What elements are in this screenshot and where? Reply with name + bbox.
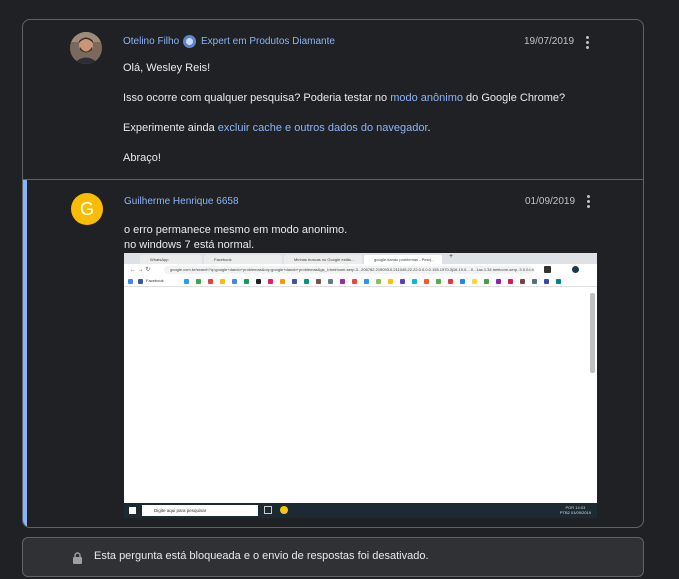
paragraph: Experimente ainda excluir cache e outros… [123, 122, 431, 134]
bookmark-icon [412, 279, 417, 284]
bookmark-icon [244, 279, 249, 284]
bookmark-icon [484, 279, 489, 284]
bookmark-icon [556, 279, 561, 284]
bookmark-icon [340, 279, 345, 284]
avatar[interactable] [70, 32, 102, 64]
bookmark-icon [232, 279, 237, 284]
body-line: o erro permanece mesmo em modo anonimo. [124, 224, 348, 236]
bookmark-icon [436, 279, 441, 284]
bookmark-icon [196, 279, 201, 284]
reply-post: Otelino Filho Expert em Produtos Diamant… [23, 20, 643, 180]
clear-cache-link[interactable]: excluir cache e outros dados do navegado… [218, 122, 428, 134]
bookmark-icon [376, 279, 381, 284]
more-options-icon[interactable] [586, 36, 590, 50]
body-line: no windows 7 está normal. [124, 239, 255, 251]
browser-tab-bar: WhatsApp Facebook Minhas buscas no Googl… [124, 253, 597, 264]
bookmark-icon [208, 279, 213, 284]
bookmark-icon [328, 279, 333, 284]
profile-icon [572, 266, 579, 273]
new-tab-icon: + [449, 253, 454, 260]
bookmark-icon [184, 279, 189, 284]
author-name[interactable]: Guilherme Henrique 6658 [124, 196, 239, 207]
reply-post: G Guilherme Henrique 6658 01/09/2019 o e… [23, 180, 643, 527]
system-tray: POR 14:03 PTB2 01/09/2019 [559, 505, 591, 515]
bookmark-icon [292, 279, 297, 284]
bookmark-icon [472, 279, 477, 284]
expert-badge[interactable]: Expert em Produtos Diamante [183, 33, 335, 49]
post-date: 01/09/2019 [525, 196, 576, 207]
locked-notice: Esta pergunta está bloqueada e o envio d… [22, 537, 644, 577]
paragraph: Isso ocorre com qualquer pesquisa? Poder… [123, 92, 566, 104]
bookmark-icon [220, 279, 225, 284]
browser-tab: google dando problemas - Pesq... [364, 255, 442, 264]
bookmark-icon [364, 279, 369, 284]
browser-tab: WhatsApp [140, 255, 202, 264]
incognito-link[interactable]: modo anônimo [390, 92, 463, 104]
expert-badge-icon [183, 34, 196, 48]
windows-taskbar: Digite aqui para pesquisar POR 14:03 PTB… [124, 503, 597, 518]
bookmark-icon [448, 279, 453, 284]
bookmark-icon [128, 279, 133, 284]
bookmark-icon [352, 279, 357, 284]
bookmark-icon [138, 279, 143, 284]
post-body: o erro permanece mesmo em modo anonimo. … [124, 223, 347, 253]
scrollbar [590, 293, 595, 493]
bookmarks-bar: Facebook [124, 276, 597, 287]
locked-message: Esta pergunta está bloqueada e o envio d… [94, 550, 429, 562]
task-view-icon [264, 506, 272, 514]
chrome-icon [280, 506, 288, 514]
bookmark-icon [280, 279, 285, 284]
bookmark-icon [256, 279, 261, 284]
bookmark-icon [508, 279, 513, 284]
bookmark-icon [496, 279, 501, 284]
bookmark-icon [532, 279, 537, 284]
taskbar-search: Digite aqui para pesquisar [142, 505, 258, 516]
browser-tab: Minhas buscas no Google estão... [284, 255, 362, 264]
attached-screenshot[interactable]: WhatsApp Facebook Minhas buscas no Googl… [124, 253, 597, 518]
avatar[interactable]: G [71, 193, 103, 225]
bookmark-icon [460, 279, 465, 284]
extension-icon [544, 266, 551, 273]
lock-icon [73, 552, 82, 564]
bookmark-label: Facebook [146, 278, 164, 283]
bookmark-icon [316, 279, 321, 284]
browser-tab: Facebook [204, 255, 282, 264]
badge-label: Expert em Produtos Diamante [201, 35, 335, 47]
nav-arrows-icon: ← → ↻ [130, 267, 151, 273]
address-bar: google.com.br/search?q=google+dando+prob… [164, 266, 534, 274]
greeting: Olá, Wesley Reis! [123, 62, 211, 74]
windows-start-icon [129, 507, 136, 514]
bookmark-icon [520, 279, 525, 284]
thread-container: Otelino Filho Expert em Produtos Diamant… [22, 19, 644, 528]
post-date: 19/07/2019 [524, 36, 575, 47]
bookmark-icon [304, 279, 309, 284]
bookmark-icon [544, 279, 549, 284]
bookmark-icon [424, 279, 429, 284]
post-body: Olá, Wesley Reis! Isso ocorre com qualqu… [123, 62, 623, 182]
closing: Abraço! [123, 152, 161, 164]
bookmark-icon [268, 279, 273, 284]
author-name[interactable]: Otelino Filho [123, 36, 179, 47]
bookmark-icon [388, 279, 393, 284]
more-options-icon[interactable] [587, 195, 591, 209]
bookmark-icon [400, 279, 405, 284]
